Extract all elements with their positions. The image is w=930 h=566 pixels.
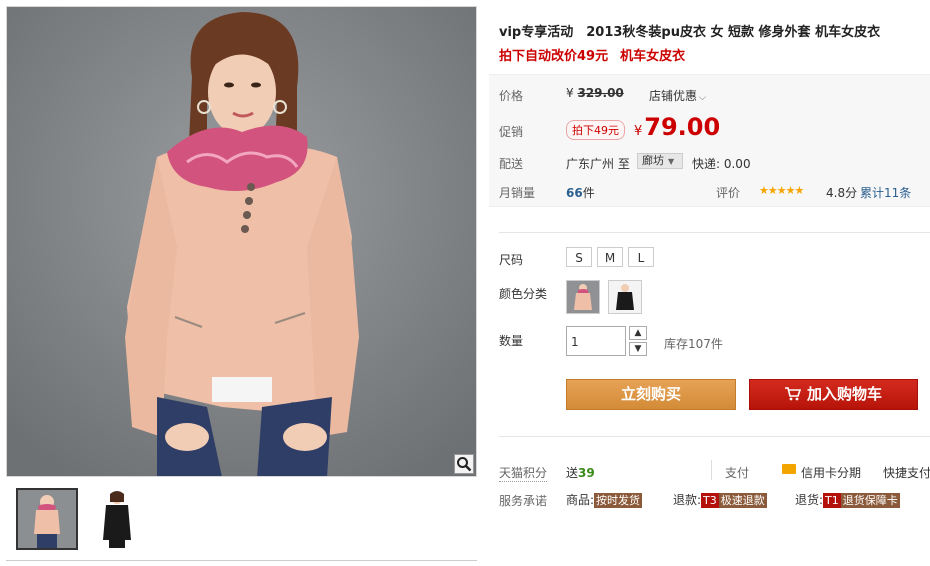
rating-label: 评价 xyxy=(716,186,741,200)
color-swatch-black-image xyxy=(609,281,641,313)
sale-price: ¥79.00 xyxy=(634,113,720,141)
refund-code-badge: T3 xyxy=(701,493,719,508)
store-discount-dropdown[interactable]: 店铺优惠 ⌵ xyxy=(649,87,706,104)
shipping-to-word: 至 xyxy=(617,157,630,171)
thumbnail-black-image xyxy=(88,488,146,550)
model-photo xyxy=(7,7,476,476)
size-option-l[interactable]: L xyxy=(628,247,654,267)
review-count-link[interactable]: 累计11条 xyxy=(860,184,911,201)
thumbnail-pink[interactable] xyxy=(16,488,78,550)
shipping-fee: 快递: 0.00 xyxy=(692,157,751,171)
shipping-from: 广东广州 xyxy=(566,157,615,171)
monthly-sales-count: 66 xyxy=(566,186,583,200)
on-time-shipping-badge: 按时发货 xyxy=(594,493,643,508)
color-label: 颜色分类 xyxy=(499,287,548,301)
payment-separator xyxy=(711,460,712,480)
thumbnail-black[interactable] xyxy=(88,488,150,550)
service-return: 退货: T1 退货保障卡 xyxy=(795,491,900,508)
price-label: 价格 xyxy=(499,89,524,103)
sale-price-value: 79.00 xyxy=(644,113,721,141)
options-divider xyxy=(499,232,930,233)
monthly-sales-unit: 件 xyxy=(582,186,595,200)
rating-score: 4.8分 xyxy=(826,186,858,200)
tmall-points: 送39 xyxy=(566,464,595,481)
service-goods-label: 商品: xyxy=(566,493,595,507)
promo-tag: 拍下49元 xyxy=(566,120,625,140)
shipping-origin: 广东广州 至 xyxy=(566,155,630,172)
chevron-down-icon: ⌵ xyxy=(699,93,706,103)
promo-label: 促销 xyxy=(499,125,524,139)
buy-now-button[interactable]: 立刻购买 xyxy=(566,379,736,410)
destination-city-select[interactable]: 廊坊 ▼ xyxy=(637,153,683,169)
return-guarantee-badge: 退货保障卡 xyxy=(840,493,900,508)
tmall-points-label: 天猫积分 xyxy=(499,466,548,482)
fast-pay-link[interactable]: 快捷支付 xyxy=(883,464,930,481)
stock-count: 库存107件 xyxy=(664,337,723,351)
sale-currency: ¥ xyxy=(634,124,643,139)
quantity-increase-button[interactable]: ▲ xyxy=(629,326,647,340)
original-currency: ¥ xyxy=(566,86,574,100)
gallery-divider xyxy=(6,560,477,561)
services-divider xyxy=(499,436,930,437)
size-label: 尺码 xyxy=(499,253,524,267)
add-to-cart-label: 加入购物车 xyxy=(806,385,882,403)
service-return-label: 退货: xyxy=(795,493,824,507)
thumbnail-pink-image xyxy=(18,490,76,548)
monthly-sales: 66件 xyxy=(566,184,595,201)
service-refund-label: 退款: xyxy=(673,493,702,507)
service-label: 服务承诺 xyxy=(499,494,548,508)
subtitle-promo: 拍下自动改价49元 xyxy=(499,49,609,64)
credit-installment-link[interactable]: 信用卡分期 xyxy=(801,464,861,481)
color-swatch-pink-image xyxy=(567,281,599,313)
cart-icon xyxy=(784,387,802,401)
quantity-input[interactable]: 1 xyxy=(566,326,626,356)
monthly-sales-label: 月销量 xyxy=(499,186,536,200)
service-goods: 商品: 按时发货 xyxy=(566,491,643,508)
fast-refund-badge: 极速退款 xyxy=(718,493,767,508)
quantity-decrease-button[interactable]: ▼ xyxy=(629,342,647,356)
product-title: vip专享活动 2013秋冬装pu皮衣 女 短款 修身外套 机车女皮衣 xyxy=(499,25,881,40)
size-option-m[interactable]: M xyxy=(597,247,623,267)
quantity-label: 数量 xyxy=(499,334,524,348)
zoom-button[interactable] xyxy=(454,454,474,474)
credit-card-icon xyxy=(782,464,796,474)
color-swatch-pink[interactable] xyxy=(566,280,600,314)
shipping-label: 配送 xyxy=(499,157,524,171)
dropdown-arrow-icon: ▼ xyxy=(668,157,675,166)
product-subtitle: 拍下自动改价49元 机车女皮衣 xyxy=(499,45,697,64)
rating-stars-icon: ★★★★★ xyxy=(759,184,804,197)
store-discount-label: 店铺优惠 xyxy=(649,89,698,103)
subtitle-keyword: 机车女皮衣 xyxy=(620,49,686,64)
magnifier-icon xyxy=(457,457,472,472)
main-product-image[interactable] xyxy=(6,6,477,477)
service-refund: 退款: T3 极速退款 xyxy=(673,491,767,508)
size-option-s[interactable]: S xyxy=(566,247,592,267)
original-price-value: 329.00 xyxy=(577,86,624,100)
tmall-points-prefix: 送 xyxy=(566,466,579,480)
destination-city: 廊坊 xyxy=(642,154,664,167)
tmall-points-value: 39 xyxy=(578,466,595,480)
original-price: ¥ 329.00 xyxy=(566,86,624,100)
color-swatch-black[interactable] xyxy=(608,280,642,314)
add-to-cart-button[interactable]: 加入购物车 xyxy=(749,379,918,410)
return-code-badge: T1 xyxy=(823,493,841,508)
payment-label: 支付 xyxy=(725,466,750,480)
